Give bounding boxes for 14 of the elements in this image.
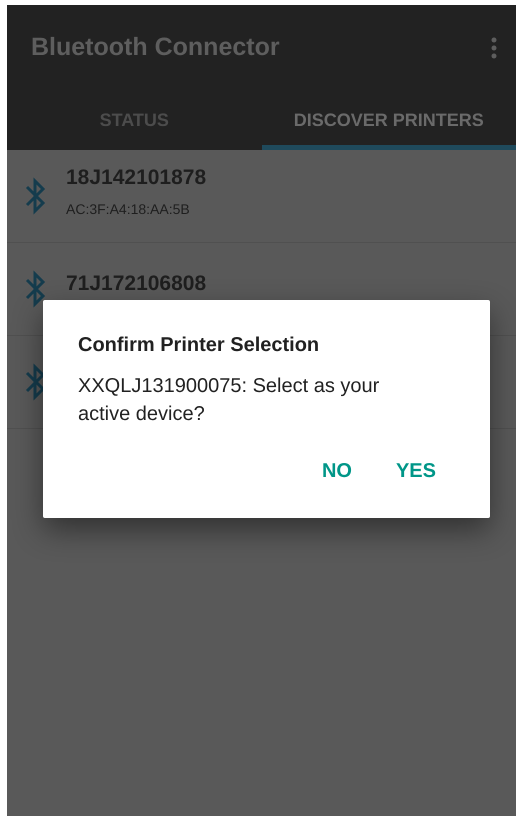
dialog-message: XXQLJ131900075: Select as your active device? <box>78 374 380 427</box>
dialog-button[interactable]: NO <box>304 448 370 494</box>
mac-address: AC:3F:A4:18:AA:5B <box>66 200 191 220</box>
printer-name: 18J142101878 <box>66 164 206 191</box>
dialog-title: Confirm Printer Selection <box>78 333 320 358</box>
printer-name: 71J172106808 <box>66 271 206 298</box>
app-title: Bluetooth Connector <box>31 32 280 63</box>
device-row[interactable]: 18J142101878 AC:3F:A4:18:AA:5B <box>7 150 516 243</box>
bluetooth-icon <box>24 177 46 215</box>
tab[interactable]: DISCOVER PRINTERS <box>262 90 516 150</box>
bluetooth-icon <box>24 270 46 308</box>
more-options-icon[interactable] <box>490 36 498 58</box>
dialog-button[interactable]: YES <box>378 448 454 494</box>
bluetooth-icon <box>24 363 46 401</box>
